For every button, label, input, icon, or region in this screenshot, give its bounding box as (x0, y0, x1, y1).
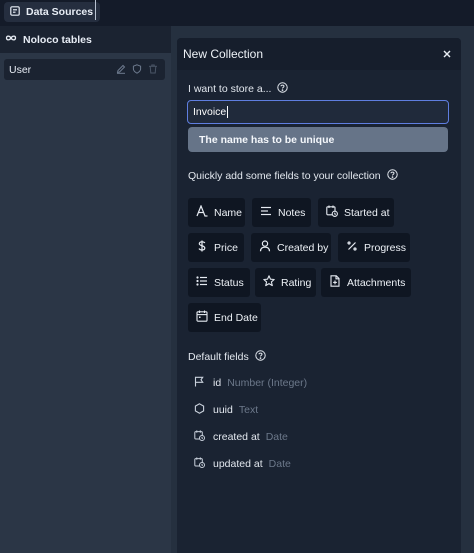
quick-field-progress-button[interactable]: Progress (338, 233, 410, 262)
text-lines-icon (260, 205, 272, 220)
calendar-clock-icon (326, 205, 338, 220)
help-icon[interactable] (277, 82, 289, 96)
help-icon[interactable] (255, 350, 266, 364)
quick-field-label: End Date (214, 311, 258, 324)
quick-field-label: Notes (278, 206, 306, 219)
trash-icon[interactable] (148, 64, 158, 77)
top-bar: Data Sources (0, 0, 474, 26)
default-field-updated-at: updated at Date (194, 457, 291, 471)
default-fields-label: Default fields (188, 351, 249, 363)
store-label-row: I want to store a... (188, 82, 289, 96)
user-icon (259, 240, 271, 255)
font-icon (196, 204, 208, 220)
store-label: I want to store a... (188, 83, 272, 95)
collection-name-input[interactable]: Invoice (187, 100, 449, 124)
field-name: id (213, 377, 222, 389)
error-tooltip: The name has to be unique (188, 127, 448, 152)
calendar-icon (196, 310, 208, 325)
calendar-clock-icon (194, 457, 213, 471)
sidebar: Noloco tables User (0, 26, 171, 553)
quick-field-label: Created by (277, 241, 329, 254)
field-type: Date (268, 458, 291, 470)
quick-field-started-at-button[interactable]: Started at (318, 198, 394, 227)
close-button[interactable] (441, 48, 453, 60)
list-icon (196, 275, 208, 290)
collection-name-value: Invoice (193, 106, 227, 118)
default-field-created-at: created at Date (194, 430, 288, 444)
tab-data-sources[interactable]: Data Sources (4, 2, 101, 22)
star-icon (263, 275, 275, 290)
default-field-id: id Number (Integer) (194, 376, 307, 390)
infinity-icon (5, 33, 17, 46)
table-icon (10, 5, 20, 19)
file-plus-icon (329, 275, 341, 290)
calendar-clock-icon (194, 430, 213, 444)
quick-field-name-button[interactable]: Name (188, 198, 245, 227)
text-caret (227, 106, 229, 118)
dollar-icon (196, 240, 208, 255)
modal-title: New Collection (183, 47, 264, 61)
quick-field-label: Name (214, 206, 243, 219)
edit-icon[interactable] (116, 64, 126, 77)
quick-field-label: Started at (344, 206, 390, 219)
quick-field-label: Status (214, 276, 244, 289)
field-name: created at (213, 431, 260, 443)
quick-fields-label: Quickly add some fields to your collecti… (188, 170, 381, 182)
sidebar-header[interactable]: Noloco tables (0, 26, 171, 53)
field-name: updated at (213, 458, 263, 470)
field-type: Number (Integer) (227, 377, 308, 389)
quick-field-price-button[interactable]: Price (188, 233, 244, 262)
field-type: Text (238, 404, 259, 416)
sidebar-item-user[interactable]: User (4, 59, 165, 80)
sidebar-item-actions (116, 64, 158, 77)
quick-field-status-button[interactable]: Status (188, 268, 250, 297)
modal-header: New Collection (177, 38, 461, 70)
quick-field-label: Progress (364, 241, 407, 254)
field-name: uuid (213, 404, 233, 416)
divider (95, 0, 96, 20)
error-message: The name has to be unique (199, 133, 335, 146)
quick-fields-label-row: Quickly add some fields to your collecti… (188, 169, 398, 183)
close-icon (443, 45, 451, 63)
sidebar-header-label: Noloco tables (23, 33, 92, 46)
sidebar-item-label: User (9, 63, 32, 76)
quick-field-rating-button[interactable]: Rating (255, 268, 316, 297)
field-type: Date (265, 431, 288, 443)
flag-icon (194, 376, 213, 390)
quick-field-created-by-button[interactable]: Created by (251, 233, 331, 262)
quick-field-end-date-button[interactable]: End Date (188, 303, 261, 332)
shield-icon[interactable] (132, 64, 142, 77)
new-collection-modal: New Collection I want to store a... Invo… (177, 38, 461, 553)
quick-field-label: Price (214, 241, 238, 254)
help-icon[interactable] (386, 169, 398, 183)
percent-icon (346, 240, 358, 255)
default-field-uuid: uuid Text (194, 403, 258, 417)
default-fields-label-row: Default fields (188, 350, 266, 364)
quick-field-label: Attachments (347, 276, 406, 289)
quick-field-label: Rating (281, 276, 312, 289)
quick-field-notes-button[interactable]: Notes (252, 198, 311, 227)
tab-label: Data Sources (26, 6, 94, 18)
quick-field-attachments-button[interactable]: Attachments (321, 268, 411, 297)
hexagon-icon (194, 403, 213, 417)
